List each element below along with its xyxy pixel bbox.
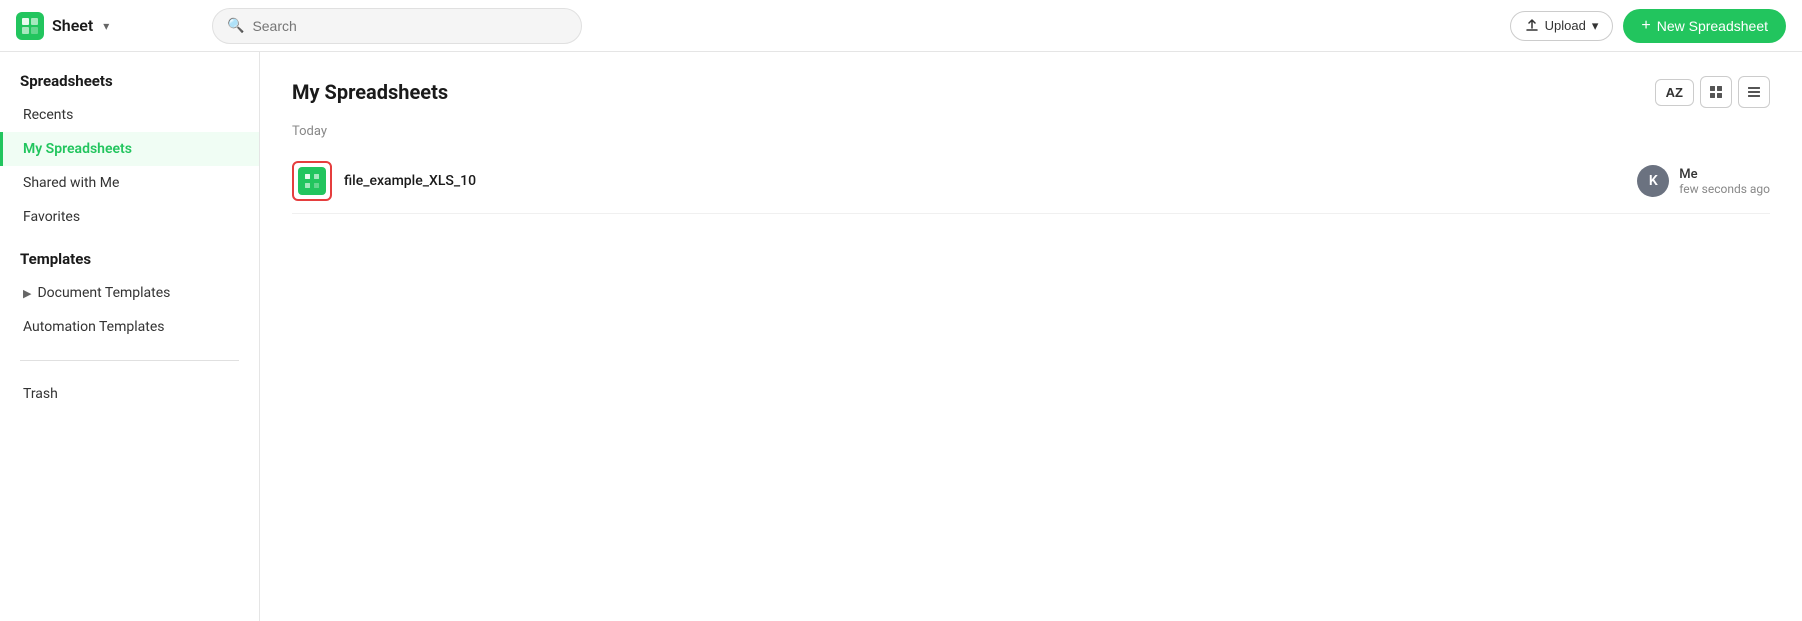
sidebar-item-label: My Spreadsheets <box>23 141 132 157</box>
avatar: K <box>1637 165 1669 197</box>
upload-chevron-icon: ▾ <box>1592 18 1599 34</box>
logo-icon <box>16 12 44 40</box>
sidebar-item-label: Automation Templates <box>23 319 164 335</box>
search-icon: 🔍 <box>227 18 244 34</box>
sidebar-section-spreadsheets: Spreadsheets <box>0 72 259 98</box>
grid-icon <box>1709 85 1723 99</box>
sidebar-divider <box>20 360 239 361</box>
table-row[interactable]: file_example_XLS_10 K Me few seconds ago <box>292 149 1770 214</box>
sidebar-section-templates: Templates <box>0 250 259 276</box>
date-group-label: Today <box>292 124 1770 139</box>
spreadsheet-file-icon <box>298 167 326 195</box>
sidebar-item-favorites[interactable]: Favorites <box>0 200 259 234</box>
new-spreadsheet-button[interactable]: + New Spreadsheet <box>1623 9 1786 43</box>
sidebar-item-automation-templates[interactable]: Automation Templates <box>0 310 259 344</box>
chevron-right-icon: ▶ <box>23 287 31 300</box>
search-bar[interactable]: 🔍 <box>212 8 582 44</box>
upload-button[interactable]: Upload ▾ <box>1510 11 1614 41</box>
content-header: My Spreadsheets AZ <box>292 76 1770 108</box>
sidebar-item-label: Document Templates <box>37 285 170 301</box>
topbar-actions: Upload ▾ + New Spreadsheet <box>1510 9 1786 43</box>
sidebar-item-label: Recents <box>23 107 73 123</box>
plus-icon: + <box>1641 17 1650 35</box>
sidebar-item-trash[interactable]: Trash <box>0 377 259 411</box>
list-view-button[interactable] <box>1738 76 1770 108</box>
app-logo[interactable]: Sheet ▾ <box>16 12 196 40</box>
view-controls: AZ <box>1655 76 1770 108</box>
sort-button[interactable]: AZ <box>1655 79 1694 106</box>
sidebar: Spreadsheets Recents My Spreadsheets Sha… <box>0 52 260 621</box>
upload-icon <box>1525 19 1539 33</box>
sidebar-item-label: Favorites <box>23 209 80 225</box>
grid-view-button[interactable] <box>1700 76 1732 108</box>
file-icon-container <box>292 161 332 201</box>
file-meta: K Me few seconds ago <box>1637 165 1770 197</box>
sidebar-item-document-templates[interactable]: ▶ Document Templates <box>0 276 259 310</box>
sidebar-item-recents[interactable]: Recents <box>0 98 259 132</box>
file-name: file_example_XLS_10 <box>344 173 1637 189</box>
sidebar-item-label: Trash <box>23 386 58 402</box>
sidebar-item-label: Shared with Me <box>23 175 119 191</box>
sidebar-item-my-spreadsheets[interactable]: My Spreadsheets <box>0 132 259 166</box>
page-title: My Spreadsheets <box>292 80 448 104</box>
file-modified-time: few seconds ago <box>1679 182 1770 196</box>
sidebar-item-shared-with-me[interactable]: Shared with Me <box>0 166 259 200</box>
search-input[interactable] <box>252 18 567 34</box>
file-owner-info: Me few seconds ago <box>1679 167 1770 196</box>
main-layout: Spreadsheets Recents My Spreadsheets Sha… <box>0 52 1802 621</box>
topbar: Sheet ▾ 🔍 Upload ▾ + New Spreadsheet <box>0 0 1802 52</box>
content-area: My Spreadsheets AZ <box>260 52 1802 621</box>
list-icon <box>1747 85 1761 99</box>
file-owner-name: Me <box>1679 167 1770 182</box>
app-chevron-icon: ▾ <box>103 19 109 33</box>
app-name: Sheet <box>52 16 93 35</box>
